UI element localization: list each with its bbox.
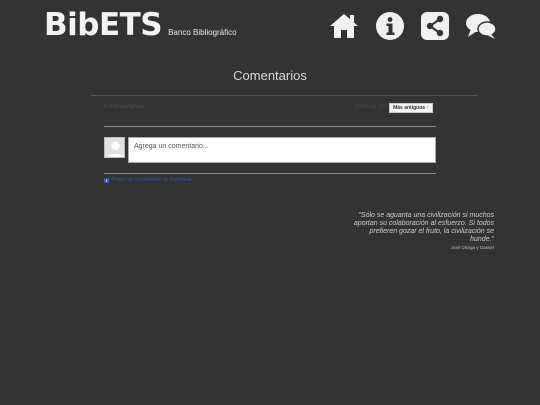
quote-author: José Ortega y Gasset — [450, 245, 494, 250]
sort-dropdown[interactable]: Más antiguos ↑ — [389, 103, 433, 113]
facebook-icon: f — [104, 177, 109, 183]
comment-input[interactable]: Agrega un comentario... — [128, 137, 436, 163]
plugin-label: Plugin de comentarios de Facebook — [112, 177, 192, 183]
avatar — [104, 137, 125, 158]
site-header: BibETS Banco Bibliográfico — [0, 0, 540, 52]
quote-text: "Sólo se aguanta una civilización si muc… — [353, 212, 494, 243]
share-icon[interactable] — [420, 11, 450, 41]
logo-text: BibETS — [44, 7, 163, 43]
page-title: Comentarios — [233, 68, 307, 83]
site-logo[interactable]: BibETS Banco Bibliográfico — [44, 8, 237, 42]
chat-icon[interactable] — [465, 11, 497, 41]
home-icon[interactable] — [329, 11, 359, 41]
comments-divider-top — [104, 126, 436, 127]
comment-count: 0 comentarios — [104, 104, 145, 110]
title-divider — [91, 95, 478, 96]
info-icon[interactable] — [375, 11, 405, 41]
facebook-plugin-link[interactable]: f Plugin de comentarios de Facebook — [104, 177, 192, 183]
sort-label: Ordenar por — [355, 104, 388, 110]
comments-divider-bottom — [104, 173, 436, 174]
logo-subtitle: Banco Bibliográfico — [168, 28, 237, 37]
